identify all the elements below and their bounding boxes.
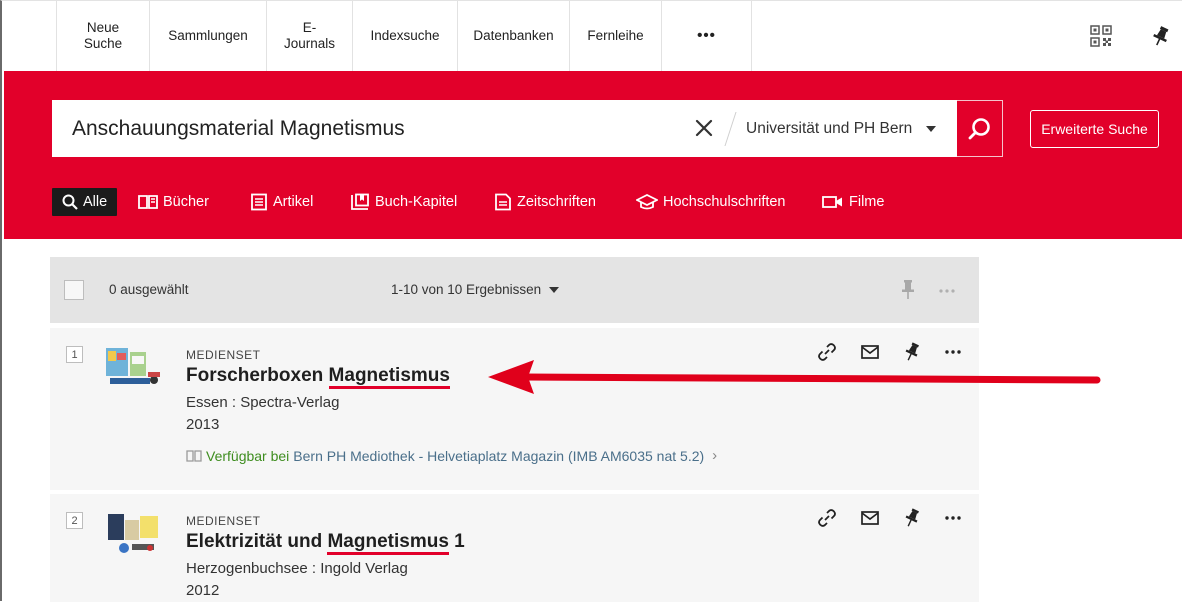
annotation-arrow [488, 360, 1101, 394]
filter-label: Alle [83, 194, 108, 210]
result-title[interactable]: Elektrizität und Magnetismus 1 [186, 531, 465, 555]
nav-ejournals[interactable]: E- Journals [267, 1, 353, 71]
result-type: MEDIENSET [186, 514, 261, 528]
results-count-dropdown[interactable]: 1-10 von 10 Ergebnissen [391, 282, 560, 297]
filter-label: Buch-Kapitel [375, 194, 458, 210]
book-chapter-icon [351, 193, 369, 210]
results-count-label: 1-10 von 10 Ergebnissen [391, 282, 542, 297]
book-icon [186, 449, 202, 462]
results-toolbar: 0 ausgewählt 1-10 von 10 Ergebnissen [50, 257, 979, 323]
availability-link[interactable]: Verfügbar bei Bern PH Mediothek - Helvet… [186, 447, 717, 464]
result-year: 2012 [186, 582, 220, 599]
result-publisher: Essen : Spectra-Verlag [186, 394, 340, 411]
filter-articles[interactable]: Artikel [250, 188, 313, 216]
result-item[interactable]: 2 MEDIENSET Elektrizität und Magnetismus… [50, 494, 979, 602]
title-highlight: Magnetismus [327, 531, 449, 555]
result-item[interactable]: 1 MEDIENSET Forscherboxen Magnetismus Es… [50, 328, 979, 490]
nav-label: Fernleihe [587, 28, 644, 43]
select-all-checkbox[interactable] [64, 280, 84, 300]
nav-label: Sammlungen [168, 28, 248, 43]
search-button[interactable] [957, 100, 1003, 157]
nav-label: Datenbanken [473, 28, 554, 43]
result-year: 2013 [186, 416, 220, 433]
email-icon[interactable] [860, 508, 880, 528]
more-icon: ••• [697, 27, 716, 44]
nav-label: Indexsuche [370, 28, 440, 43]
availability-location: Bern PH Mediothek - Helvetiaplatz Magazi… [293, 447, 705, 464]
nav-collections[interactable]: Sammlungen [150, 1, 267, 71]
nav-interlibrary-loan[interactable]: Fernleihe [570, 1, 662, 71]
filter-label: Bücher [163, 194, 209, 210]
nav-databases[interactable]: Datenbanken [458, 1, 570, 71]
clear-icon[interactable] [690, 114, 718, 142]
nav-label: Neue Suche [83, 20, 123, 51]
result-title[interactable]: Forscherboxen Magnetismus [186, 365, 450, 389]
title-text: Forscherboxen [186, 365, 329, 386]
filter-label: Hochschulschriften [663, 194, 786, 210]
result-number: 1 [66, 346, 83, 363]
result-number: 2 [66, 512, 83, 529]
nav-new-search[interactable]: Neue Suche [56, 1, 150, 71]
search-scope-label: Universität und PH Bern [746, 119, 913, 137]
title-text: Elektrizität und [186, 531, 328, 552]
filter-theses[interactable]: Hochschulschriften [636, 188, 786, 216]
top-navigation: Neue Suche Sammlungen E- Journals Indexs… [4, 1, 1182, 71]
advanced-search-label: Erweiterte Suche [1041, 121, 1148, 137]
link-icon[interactable] [817, 508, 837, 528]
result-thumbnail[interactable] [104, 510, 164, 556]
video-camera-icon [822, 196, 842, 208]
graduation-cap-icon [636, 193, 658, 210]
chevron-right-icon: › [712, 447, 718, 464]
advanced-search-button[interactable]: Erweiterte Suche [1030, 110, 1159, 148]
nav-more[interactable]: ••• [662, 1, 752, 71]
filter-books[interactable]: Bücher [138, 188, 209, 216]
more-icon[interactable] [938, 288, 956, 294]
search-icon [968, 117, 990, 139]
more-icon[interactable] [943, 508, 963, 528]
result-thumbnail[interactable] [104, 344, 164, 390]
filter-label: Zeitschriften [517, 194, 596, 210]
nav-index-search[interactable]: Indexsuche [353, 1, 458, 71]
pin-icon[interactable] [1150, 25, 1172, 47]
filter-films[interactable]: Filme [822, 188, 884, 216]
search-input[interactable] [52, 100, 692, 157]
result-actions [817, 508, 967, 530]
search-band: Universität und PH Bern Erweiterte Suche… [4, 71, 1182, 239]
search-box: Universität und PH Bern [52, 100, 957, 157]
filter-all[interactable]: Alle [52, 188, 118, 216]
pin-icon[interactable] [902, 508, 922, 528]
qr-code-icon[interactable] [1090, 25, 1112, 47]
pin-icon[interactable] [901, 279, 915, 301]
filter-label: Filme [849, 194, 885, 210]
filter-journals[interactable]: Zeitschriften [494, 188, 596, 216]
result-publisher: Herzogenbuchsee : Ingold Verlag [186, 560, 408, 577]
selected-count: 0 ausgewählt [109, 282, 189, 297]
chevron-down-icon [926, 125, 937, 132]
book-icon [138, 195, 158, 209]
filter-book-chapters[interactable]: Buch-Kapitel [350, 188, 457, 216]
article-icon [251, 193, 267, 211]
search-divider [724, 112, 737, 146]
search-icon [62, 194, 78, 210]
availability-status: Verfügbar bei [206, 447, 290, 464]
title-text: 1 [448, 531, 465, 552]
chevron-down-icon [549, 286, 560, 293]
title-highlight: Magnetismus [328, 365, 450, 389]
result-type: MEDIENSET [186, 348, 261, 362]
search-scope-select[interactable]: Universität und PH Bern [746, 100, 958, 157]
page-frame: Neue Suche Sammlungen E- Journals Indexs… [0, 0, 1182, 602]
filter-label: Artikel [273, 194, 314, 210]
nav-label: E- Journals [283, 20, 336, 51]
journal-icon [495, 193, 511, 211]
